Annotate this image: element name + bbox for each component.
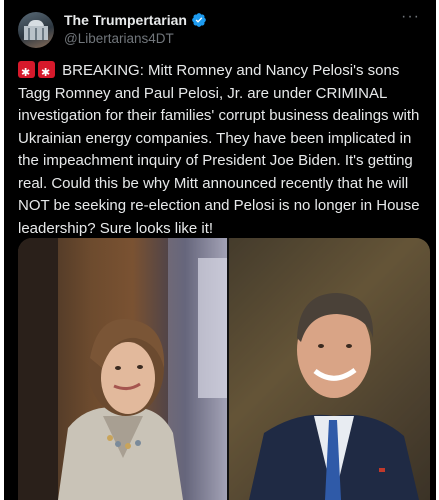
avatar[interactable]: [18, 12, 54, 48]
display-name-text[interactable]: The Trumpertarian: [64, 12, 187, 28]
siren-icon: [18, 61, 35, 85]
more-options-icon[interactable]: ···: [401, 8, 420, 26]
user-handle[interactable]: @Libertarians4DT: [64, 31, 174, 46]
tweet-card[interactable]: The Trumpertarian @Libertarians4DT ··· B…: [4, 0, 436, 500]
verified-badge-icon: [192, 13, 206, 27]
photo-pelosi-illustration: [18, 238, 227, 500]
photo-romney[interactable]: [229, 238, 430, 500]
photo-pelosi[interactable]: [18, 238, 227, 500]
photo-romney-illustration: [229, 238, 430, 500]
display-name[interactable]: The Trumpertarian: [64, 12, 207, 28]
siren-icon: [38, 61, 55, 85]
tweet-text: BREAKING: Mitt Romney and Nancy Pelosi's…: [18, 60, 428, 240]
tweet-body: BREAKING: Mitt Romney and Nancy Pelosi's…: [18, 62, 420, 237]
tweet-media[interactable]: [18, 238, 430, 500]
